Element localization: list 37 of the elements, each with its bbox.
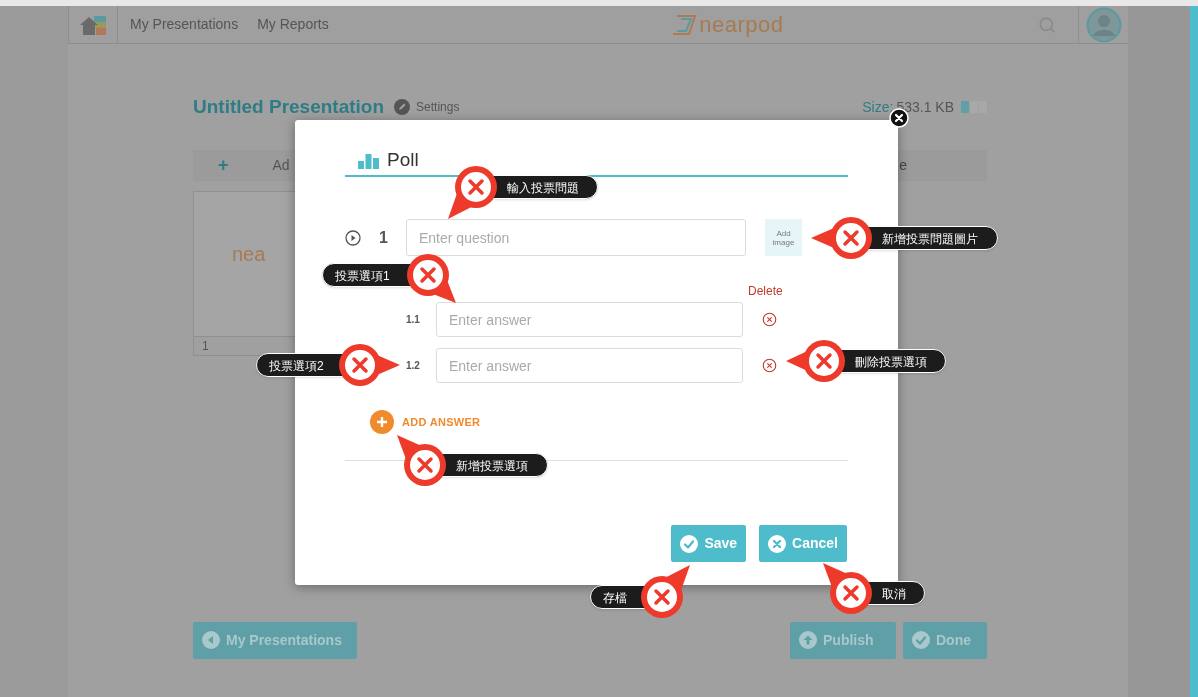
save-button[interactable]: Save (671, 525, 747, 562)
add-image-button[interactable]: Add image (765, 219, 802, 256)
question-field[interactable]: Enter question (406, 219, 746, 256)
delete-label: Delete (748, 283, 784, 300)
cancel-button[interactable]: Cancel (759, 525, 847, 562)
question-number: 1 (379, 227, 388, 248)
footer-button[interactable]: Publish (790, 621, 896, 659)
delete-icon[interactable] (762, 312, 777, 327)
arrow-up-icon (799, 631, 817, 649)
answer-number: 1.2 (405, 359, 421, 373)
presentation-title: Untitled Presentation (193, 95, 385, 119)
answer-field[interactable]: Enter answer (436, 302, 743, 337)
delete-icon[interactable] (762, 358, 777, 373)
close-icon (768, 534, 787, 553)
footer-button[interactable]: Done (903, 621, 987, 659)
dialog-title: Poll (387, 150, 419, 169)
footer-button[interactable]: My Presentations (193, 621, 357, 659)
bar-chart-icon (358, 151, 379, 169)
nav-link[interactable]: My Presentations (130, 14, 239, 35)
check-icon (680, 534, 699, 553)
slide-logo: nea (232, 241, 266, 267)
toolbar-tab[interactable]: e (899, 154, 907, 176)
plus-icon (370, 410, 394, 434)
add-plus[interactable]: + (218, 151, 229, 179)
play-icon[interactable] (345, 229, 361, 246)
toolbar-tab[interactable]: Ad (272, 154, 290, 176)
nav-link[interactable]: My Reports (257, 14, 329, 35)
arrow-left-icon (202, 631, 220, 649)
answer-number: 1.1 (405, 313, 421, 327)
answer-field[interactable]: Enter answer (436, 348, 743, 383)
pencil-icon[interactable] (394, 99, 411, 116)
slide-number: 1 (201, 337, 210, 355)
nearpod-logo: nearpod (671, 13, 784, 36)
settings-link[interactable]: Settings (416, 98, 460, 117)
check-icon (912, 631, 930, 649)
size-label: Size: (862, 97, 894, 117)
add-answer-button[interactable]: ADD ANSWER (370, 410, 481, 434)
